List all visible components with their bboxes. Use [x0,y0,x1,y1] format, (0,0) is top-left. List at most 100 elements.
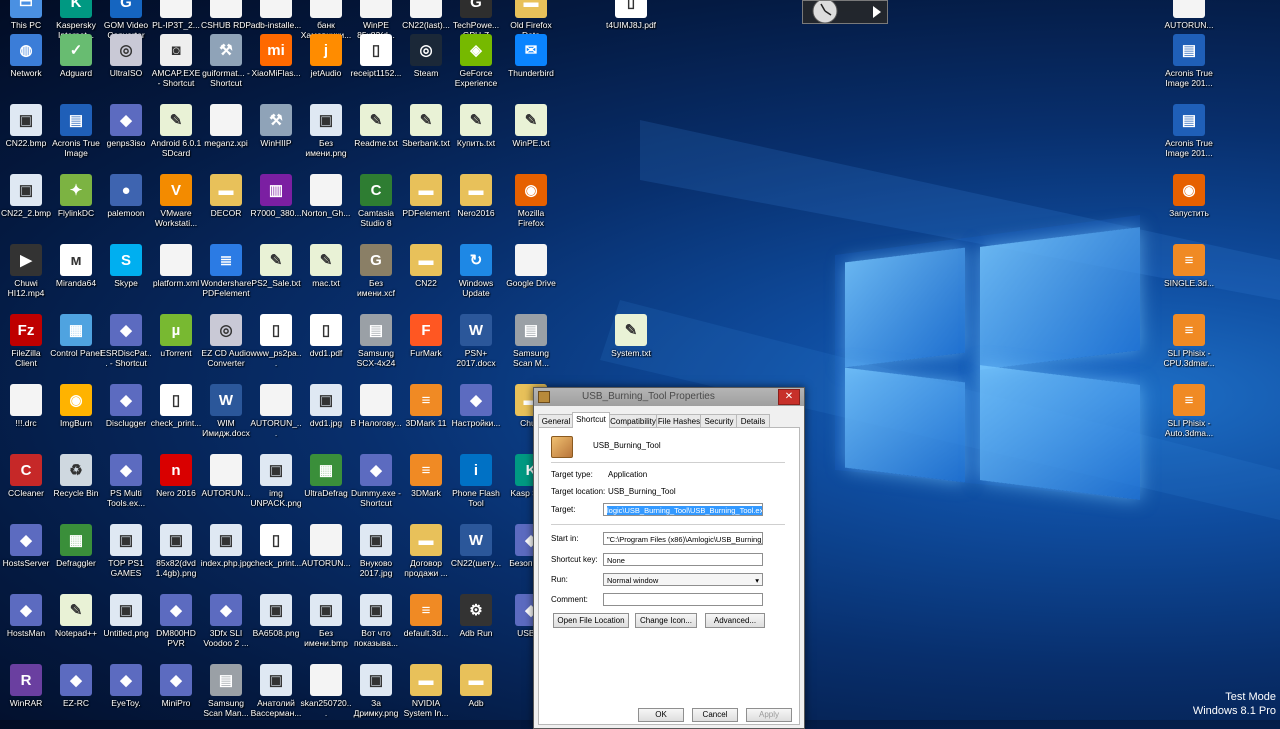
desktop-icon[interactable]: ▭ This PC [0,0,52,30]
desktop-icon[interactable]: ▯ t4UIMJ8J.pdf [605,0,657,30]
desktop-icon[interactable]: ≡ default.3d... [400,594,452,638]
desktop-icon[interactable]: µ uTorrent [150,314,202,358]
desktop-icon[interactable]: skan250720... [300,664,352,718]
clock-gadget[interactable] [802,0,888,24]
desktop-icon[interactable]: ✓ Adguard [50,34,102,78]
desktop-icon[interactable]: CN22(last)... [400,0,452,30]
desktop-icon[interactable]: ▶ Chuwi HI12.mp4 [0,244,52,298]
desktop-icon[interactable]: ◆ DM800HD PVR [150,594,202,648]
desktop-icon[interactable]: ◆ 3Dfx SLI Voodoo 2 ... [200,594,252,648]
desktop-icon[interactable]: ▤ Acronis True Image 201... [1163,104,1215,158]
desktop-icon[interactable]: W PSN+ 2017.docx [450,314,502,368]
desktop-icon[interactable]: adb-installe... [250,0,302,30]
desktop-icon[interactable]: AUTORUN_... [250,384,302,438]
desktop-icon[interactable]: V VMware Workstati... [150,174,202,228]
desktop-icon[interactable]: ✎ WinPE.txt [505,104,557,148]
desktop-icon[interactable]: Norton_Gh... [300,174,352,218]
desktop-icon[interactable]: meganz.xpi [200,104,252,148]
desktop-icon[interactable]: В Налогову... [350,384,402,428]
desktop-icon[interactable]: ✎Android 6.0.1 SDcard FIX.txt [150,104,202,158]
desktop-icon[interactable]: ⚒ WinHIIP [250,104,302,148]
desktop-icon[interactable]: ⚙ Adb Run [450,594,502,638]
desktop-icon[interactable]: ◆ genps3iso [100,104,152,148]
title-bar[interactable]: USB_Burning_Tool Properties ✕ [534,388,804,406]
desktop-icon[interactable]: !!!.drc [0,384,52,428]
desktop-icon[interactable]: ▯ check_print... [250,524,302,568]
tab-security[interactable]: Security [700,414,738,428]
tab-file-hashes[interactable]: File Hashes [656,414,702,428]
desktop-icon[interactable]: ◆ HostsServer [0,524,52,568]
desktop-icon[interactable]: ▤ Samsung Scan M... [505,314,557,368]
desktop-icon[interactable]: ✎ PS2_Sale.txt [250,244,302,288]
desktop-icon[interactable]: ▬ Договор продажи ... [400,524,452,578]
desktop-icon[interactable]: ≡ 3DMark [400,454,452,498]
tab-compatibility[interactable]: Compatibility [608,414,658,428]
desktop-icon[interactable]: n Nero 2016 [150,454,202,498]
desktop-icon[interactable]: ♻ Recycle Bin [50,454,102,498]
desktop-icon[interactable]: ▦ Defraggler [50,524,102,568]
desktop-icon[interactable]: ↻ Windows Update [450,244,502,298]
desktop-icon[interactable]: platform.xml [150,244,202,288]
desktop-icon[interactable]: ✎ Readme.txt [350,104,402,148]
desktop-icon[interactable]: S Skype [100,244,152,288]
tab-shortcut[interactable]: Shortcut [572,412,610,428]
desktop-icon[interactable]: F FurMark [400,314,452,358]
desktop-icon[interactable]: ▦ UltraDefrag [300,454,352,498]
desktop-icon[interactable]: ◈ GeForce Experience [450,34,502,88]
desktop-icon[interactable]: ▣ Анатолий Вассерман... [250,664,302,718]
desktop-icon[interactable]: ▬ Nero2016 [450,174,502,218]
target-field[interactable]: logic\USB_Burning_Tool\USB_Burning_Tool.… [603,503,763,516]
desktop-icon[interactable]: ▣ index.php.jpg [200,524,252,568]
desktop-icon[interactable]: ◉ Mozilla Firefox [505,174,557,228]
desktop-icon[interactable]: Fz FileZilla Client [0,314,52,368]
desktop-icon[interactable]: ▬ Adb [450,664,502,708]
desktop-icon[interactable]: ▥ R7000_380... [250,174,302,218]
desktop-icon[interactable]: ◆ ESRDiscPat... - Shortcut [100,314,152,368]
start-in-field[interactable]: "C:\Program Files (x86)\Amlogic\USB_Burn… [603,532,763,545]
desktop-icon[interactable]: ✎ System.txt [605,314,657,358]
desktop-icon[interactable]: ◆ Dummy.exe - Shortcut [350,454,402,508]
desktop-icon[interactable]: ▣ Без имени.png [300,104,352,158]
open-file-location-button[interactable]: Open File Location [553,613,629,628]
comment-field[interactable] [603,593,763,606]
desktop-icon[interactable]: AUTORUN... [200,454,252,498]
desktop-icon[interactable]: W WIM Имидж.docx [200,384,252,438]
desktop-icon[interactable]: ◉ ImgBurn [50,384,102,428]
desktop-icon[interactable]: PL-IP3T_2... [150,0,202,30]
desktop-icon[interactable]: ✎ Sberbank.txt [400,104,452,148]
desktop-icon[interactable]: ✎ mac.txt [300,244,352,288]
desktop-icon[interactable]: Google Drive [505,244,557,288]
desktop-icon[interactable]: ▣ 85x82(dvd 1.4gb).png [150,524,202,578]
desktop-icon[interactable]: ▤ Samsung Scan Man... [200,664,252,718]
desktop-icon[interactable]: ◆ EyeToy. [100,664,152,708]
desktop-icon[interactable]: j jetAudio [300,34,352,78]
desktop-icon[interactable]: ◆ HostsMan [0,594,52,638]
desktop-icon[interactable]: ▤ Acronis True Image 201... [1163,34,1215,88]
desktop-icon[interactable]: ▦ Control Panel [50,314,102,358]
desktop-icon[interactable]: ▣ BA6508.png [250,594,302,638]
desktop-icon[interactable]: ≡ SLI Phisix - CPU.3dmar... [1163,314,1215,368]
desktop-icon[interactable]: ◙ AMCAP.EXE - Shortcut [150,34,202,88]
desktop-icon[interactable]: ▣ За Дримку.png [350,664,402,718]
advanced-button[interactable]: Advanced... [705,613,765,628]
desktop-icon[interactable]: ◆ Настройки... [450,384,502,428]
desktop-icon[interactable]: ◍ Network [0,34,52,78]
desktop-icon[interactable]: ▣ Внуково 2017.jpg [350,524,402,578]
desktop-icon[interactable]: G Без имени.xcf [350,244,402,298]
desktop-icon[interactable]: ◆ EZ-RC [50,664,102,708]
desktop-icon[interactable]: ◎ Steam [400,34,452,78]
desktop-icon[interactable]: W CN22(шету... [450,524,502,568]
run-select[interactable]: Normal window ▾ [603,573,763,586]
desktop-icon[interactable]: ◆ PS Multi Tools.ex... [100,454,152,508]
desktop-icon[interactable]: AUTORUN... [300,524,352,568]
desktop-icon[interactable]: ▤ Acronis True Image [50,104,102,158]
desktop-icon[interactable]: ⚒ guiformat... - Shortcut [200,34,252,88]
desktop-icon[interactable]: ◎ UltraISO [100,34,152,78]
desktop-icon[interactable]: ▬ NVIDIA System In... [400,664,452,718]
desktop-icon[interactable]: ≡ 3DMark 11 [400,384,452,428]
desktop-icon[interactable]: ▬ CN22 [400,244,452,288]
close-button[interactable]: ✕ [778,389,800,405]
desktop-icon[interactable]: CSHUB RDP [200,0,252,30]
desktop-icon[interactable]: ▣ Без имени.bmp [300,594,352,648]
shortcut-key-field[interactable]: None [603,553,763,566]
